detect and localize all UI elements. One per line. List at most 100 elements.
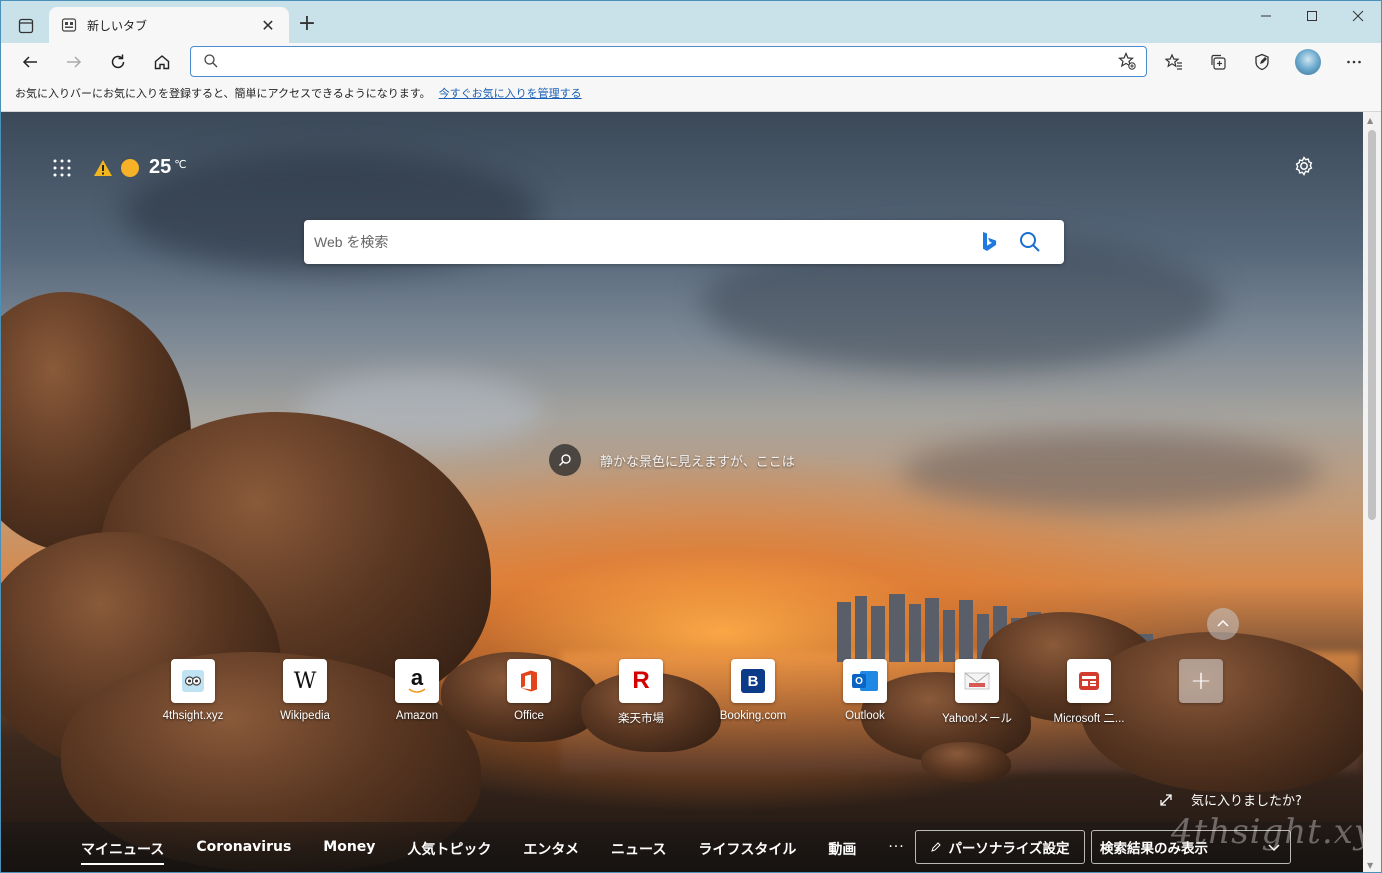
- yahoo-mail-icon: [955, 659, 999, 703]
- new-tab-page: 25 ℃ 静かな景色に見えますが、ここは: [1, 112, 1365, 872]
- news-nav-item[interactable]: 人気トピック: [407, 839, 491, 865]
- bing-logo-icon[interactable]: [978, 230, 1000, 254]
- app-launcher-icon[interactable]: [53, 159, 71, 181]
- maximize-button[interactable]: [1289, 1, 1335, 31]
- page-settings-gear-icon[interactable]: [1293, 155, 1315, 181]
- favorites-button[interactable]: [1160, 48, 1188, 76]
- scroll-down-arrow-icon[interactable]: ▼: [1367, 861, 1373, 870]
- news-nav-item[interactable]: エンタメ: [523, 839, 579, 865]
- quick-link-label: 4thsight.xyz: [162, 710, 224, 722]
- personalize-button[interactable]: パーソナライズ設定: [915, 830, 1085, 864]
- search-submit-icon[interactable]: [1018, 230, 1042, 254]
- quick-link-label: Yahoo!メール: [941, 713, 1013, 725]
- favorites-bar-prompt: お気に入りバーにお気に入りを登録すると、簡単にアクセスできるようになります。 今す…: [1, 81, 1381, 112]
- scrollbar-thumb[interactable]: [1368, 130, 1376, 520]
- tab-close-icon[interactable]: ✕: [259, 16, 277, 35]
- plus-icon: +: [1179, 659, 1223, 703]
- web-search-box: [304, 220, 1064, 264]
- quick-link-rakuten[interactable]: R 楽天市場: [585, 659, 697, 726]
- quick-link-label: Microsoft 二...: [1053, 713, 1125, 725]
- expand-icon: [1160, 793, 1172, 806]
- collapse-quick-links-icon[interactable]: [1207, 608, 1239, 640]
- news-nav-bar: マイニュース Coronavirus Money 人気トピック エンタメ ニュー…: [1, 822, 1365, 872]
- watermark: 4thsight.xyz: [1171, 812, 1365, 852]
- microsoft-news-icon: [1067, 659, 1111, 703]
- forward-button[interactable]: [60, 48, 88, 76]
- outlook-icon: O: [843, 659, 887, 703]
- back-button[interactable]: [16, 48, 44, 76]
- temperature: 25: [149, 156, 172, 178]
- liked-prompt-text: 気に入りましたか?: [1191, 794, 1302, 809]
- sunny-weather-icon: [121, 158, 139, 177]
- refresh-button[interactable]: [104, 48, 132, 76]
- quick-link-outlook[interactable]: O Outlook: [809, 659, 921, 726]
- image-caption: 静かな景色に見えますが、ここは: [600, 454, 795, 470]
- image-info-search-icon[interactable]: [549, 444, 581, 476]
- web-capture-button[interactable]: [1248, 48, 1276, 76]
- news-nav-item[interactable]: Coronavirus: [196, 839, 291, 865]
- browser-window: 新しいタブ ✕ + お気に入りバーにお気に入りを登録すると、簡単にアクセスできる…: [0, 0, 1382, 873]
- tab-title: 新しいタブ: [87, 18, 148, 33]
- toolbar: [1, 43, 1381, 81]
- quick-link-label: Booking.com: [719, 710, 787, 722]
- shield-edit-icon: [1255, 53, 1269, 71]
- news-nav-item[interactable]: Money: [323, 839, 375, 865]
- quick-link-label: Outlook: [845, 710, 885, 722]
- wikipedia-glyph: W: [293, 668, 317, 694]
- back-arrow-icon: [22, 56, 37, 68]
- quick-link-label: Amazon: [395, 710, 439, 722]
- refresh-icon: [111, 54, 125, 69]
- quick-link-yahoo-mail[interactable]: Yahoo!メール: [921, 659, 1033, 726]
- scroll-up-arrow-icon[interactable]: ▲: [1367, 116, 1373, 125]
- add-quick-link-button[interactable]: +: [1145, 659, 1257, 726]
- profile-avatar[interactable]: [1295, 49, 1321, 75]
- 4thsight-icon: [171, 659, 215, 703]
- forward-arrow-icon: [67, 56, 82, 68]
- wikipedia-icon: W: [283, 659, 327, 703]
- close-window-button[interactable]: [1335, 1, 1381, 31]
- home-button[interactable]: [148, 48, 176, 76]
- new-tab-button[interactable]: +: [295, 13, 319, 37]
- home-icon: [154, 55, 170, 70]
- address-bar[interactable]: [190, 46, 1147, 77]
- add-favorite-star-icon[interactable]: [1118, 52, 1136, 70]
- liked-prompt[interactable]: 気に入りましたか?: [1159, 790, 1302, 809]
- settings-more-button[interactable]: [1340, 48, 1368, 76]
- news-nav-item[interactable]: マイニュース: [81, 839, 165, 865]
- tab-new-tab[interactable]: 新しいタブ ✕: [49, 7, 289, 43]
- more-dots-icon: [1347, 60, 1361, 64]
- collections-button[interactable]: [1204, 48, 1232, 76]
- news-nav-item[interactable]: 動画: [828, 839, 856, 865]
- manage-favorites-link[interactable]: 今すぐお気に入りを管理する: [439, 87, 582, 100]
- quick-link-wikipedia[interactable]: W Wikipedia: [249, 659, 361, 726]
- amazon-glyph: a: [410, 665, 424, 690]
- quick-link-office[interactable]: Office: [473, 659, 585, 726]
- quick-link-label: Wikipedia: [280, 710, 330, 722]
- rakuten-glyph: R: [632, 667, 650, 694]
- cloud-shape: [901, 432, 1321, 512]
- favorites-bar-message: お気に入りバーにお気に入りを登録すると、簡単にアクセスできるようになります。: [15, 87, 431, 100]
- tab-actions-icon[interactable]: [13, 13, 39, 39]
- background-image-info[interactable]: 静かな景色に見えますが、ここは: [549, 444, 795, 476]
- pencil-icon: [931, 842, 942, 852]
- news-nav-more[interactable]: ···: [888, 839, 904, 865]
- warning-icon: [94, 159, 112, 176]
- web-search-input[interactable]: [314, 230, 954, 254]
- quick-link-amazon[interactable]: a Amazon: [361, 659, 473, 726]
- minimize-button[interactable]: [1243, 1, 1289, 31]
- news-nav-item[interactable]: ライフスタイル: [698, 839, 796, 865]
- quick-link-microsoft-news[interactable]: Microsoft 二...: [1033, 659, 1145, 726]
- news-nav-item[interactable]: ニュース: [611, 839, 666, 865]
- outlook-glyph: O: [852, 674, 866, 688]
- quick-link-4thsight[interactable]: 4thsight.xyz: [137, 659, 249, 726]
- page-scrollbar[interactable]: ▲ ▼: [1363, 112, 1381, 872]
- weather-widget[interactable]: 25 ℃: [93, 156, 187, 179]
- personalize-label: パーソナライズ設定: [948, 841, 1070, 857]
- quick-link-booking[interactable]: B Booking.com: [697, 659, 809, 726]
- booking-icon: B: [731, 659, 775, 703]
- new-tab-favicon-icon: [61, 18, 77, 32]
- search-icon: [204, 54, 218, 68]
- title-bar: 新しいタブ ✕ +: [1, 1, 1381, 43]
- office-icon: [507, 659, 551, 703]
- favorites-icon: [1165, 53, 1182, 70]
